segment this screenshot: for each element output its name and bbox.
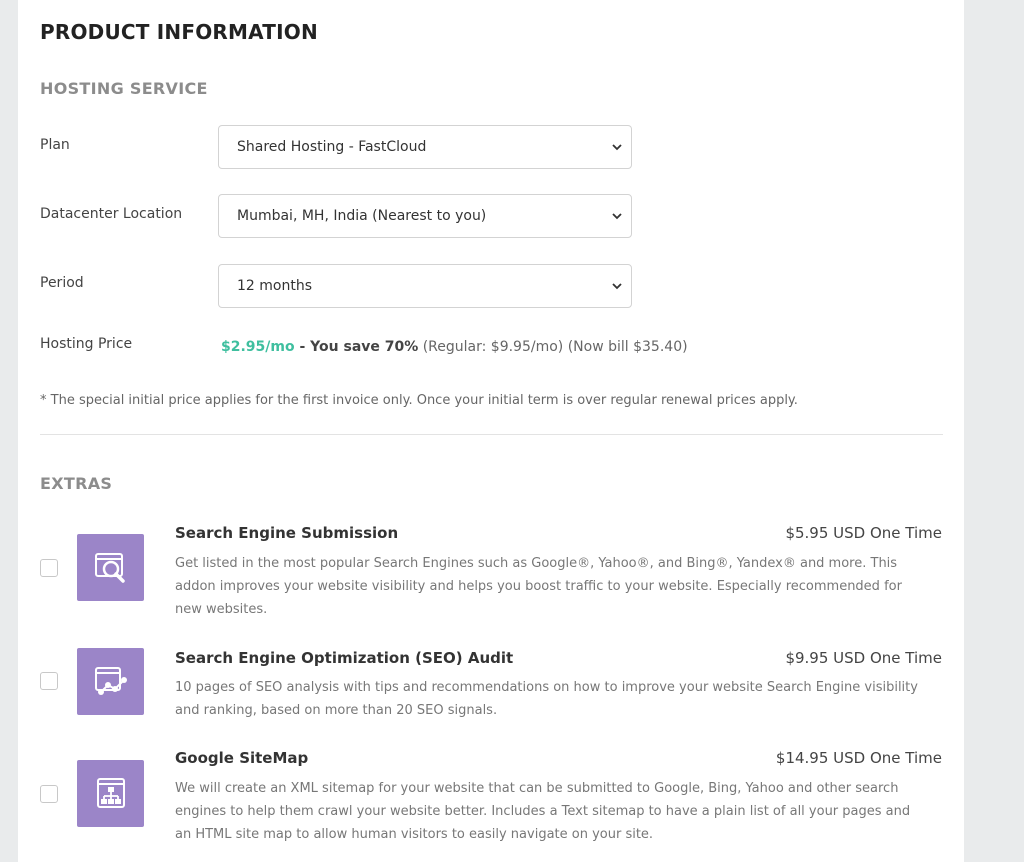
special-price-note: * The special initial price applies for … <box>40 393 798 408</box>
extra-description-line: an HTML site map to allow human visitors… <box>175 827 654 842</box>
extra-description-line: We will create an XML sitemap for your w… <box>175 781 899 796</box>
plan-select[interactable]: Shared Hosting - FastCloud <box>218 125 632 169</box>
datacenter-location-value: Mumbai, MH, India (Nearest to you) <box>237 208 487 224</box>
extra-checkbox-seo-audit[interactable] <box>40 672 58 690</box>
extra-price: $14.95 USD One Time <box>775 749 942 767</box>
price-regular: (Regular: $9.95/mo) (Now bill $35.40) <box>418 339 688 355</box>
chevron-down-icon <box>612 213 622 220</box>
extra-description: Get listed in the most popular Search En… <box>175 552 945 621</box>
seo-chart-icon-graphic <box>94 666 127 695</box>
price-savings: - You save 70% <box>294 339 419 355</box>
extra-description-line: engines to help them crawl your website … <box>175 804 911 819</box>
seo-chart-icon <box>77 648 144 715</box>
hosting-price-value: $2.95/mo - You save 70% (Regular: $9.95/… <box>221 339 688 355</box>
extra-name: Google SiteMap <box>175 749 309 767</box>
extra-description-line: and ranking, based on more than 20 SEO s… <box>175 703 498 718</box>
extra-checkbox-search-engine-submission[interactable] <box>40 559 58 577</box>
sitemap-icon <box>77 760 144 827</box>
datacenter-location-label: Datacenter Location <box>40 206 183 222</box>
plan-label: Plan <box>40 137 70 153</box>
extra-description-line: new websites. <box>175 602 268 617</box>
chevron-down-icon <box>612 283 622 290</box>
section-divider <box>40 434 943 435</box>
extra-price: $9.95 USD One Time <box>785 649 942 667</box>
search-magnifier-icon <box>77 534 144 601</box>
extra-name: Search Engine Submission <box>175 524 399 542</box>
extra-description-line: addon improves your website visibility a… <box>175 579 902 594</box>
extra-description: We will create an XML sitemap for your w… <box>175 777 945 846</box>
search-magnifier-icon-graphic <box>94 552 125 583</box>
extra-description-line: 10 pages of SEO analysis with tips and r… <box>175 680 918 695</box>
datacenter-location-select[interactable]: Mumbai, MH, India (Nearest to you) <box>218 194 632 238</box>
extra-checkbox-google-sitemap[interactable] <box>40 785 58 803</box>
sitemap-icon-graphic <box>96 777 125 808</box>
product-information-card: PRODUCT INFORMATION HOSTING SERVICE Plan… <box>18 0 964 862</box>
period-label: Period <box>40 275 84 291</box>
hosting-service-heading: HOSTING SERVICE <box>40 79 208 98</box>
hosting-price-label: Hosting Price <box>40 336 133 352</box>
plan-select-value: Shared Hosting - FastCloud <box>237 139 427 155</box>
extras-heading: EXTRAS <box>40 474 113 493</box>
chevron-down-icon <box>612 144 622 151</box>
price-per-month: $2.95/mo <box>221 339 295 355</box>
extra-description-line: Get listed in the most popular Search En… <box>175 556 898 571</box>
period-select-value: 12 months <box>237 278 312 294</box>
extra-price: $5.95 USD One Time <box>785 524 942 542</box>
page-title: PRODUCT INFORMATION <box>40 20 318 44</box>
extra-name: Search Engine Optimization (SEO) Audit <box>175 649 514 667</box>
extra-description: 10 pages of SEO analysis with tips and r… <box>175 676 945 722</box>
period-select[interactable]: 12 months <box>218 264 632 308</box>
